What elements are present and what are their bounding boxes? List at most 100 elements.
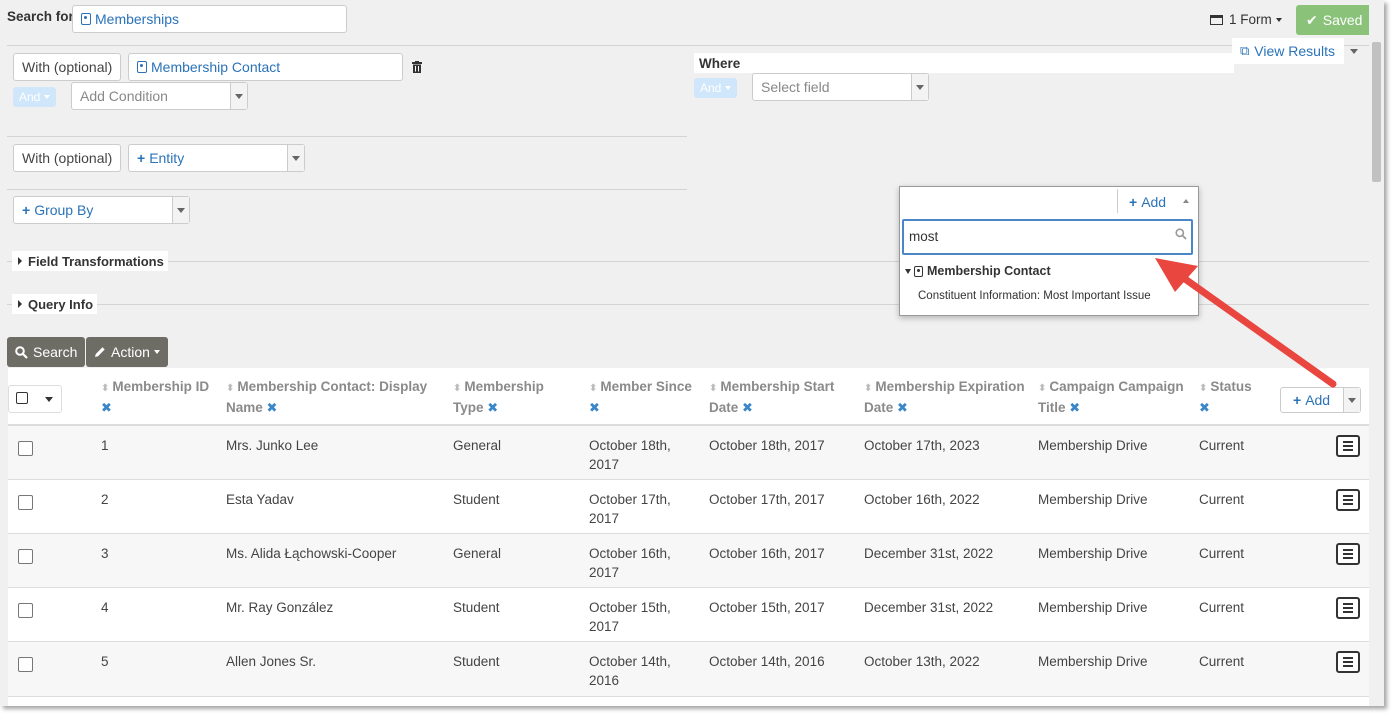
contact-icon [81, 13, 91, 25]
results-table: ⬍ Membership ID ✖ ⬍ Membership Contact: Dis… [8, 368, 1369, 706]
with-optional-select-2[interactable]: With (optional) [13, 144, 122, 172]
search-kit-app: Search for Memberships 1 Form ✔ Saved ⧉ … [0, 0, 1384, 706]
cell-name-link[interactable]: Ms. Alida Łąchowski-Cooper [226, 544, 396, 563]
header-member-since[interactable]: ⬍ Member Since ✖ [589, 368, 692, 424]
cell-campaign: Membership Drive [1038, 654, 1148, 669]
cell-campaign: Membership Drive [1038, 600, 1148, 615]
row-menu-icon[interactable] [1336, 489, 1360, 511]
cell-campaign: Membership Drive [1038, 492, 1148, 507]
row-menu-icon[interactable] [1336, 597, 1360, 619]
dropdown-group-header: Membership Contact [905, 264, 1051, 278]
group-by-select[interactable]: + Group By [13, 196, 190, 224]
row-checkbox[interactable] [18, 549, 33, 564]
cell-type: Student [453, 654, 500, 669]
remove-column-icon[interactable]: ✖ [589, 400, 600, 415]
cell-start: October 17th, 2017 [709, 492, 825, 507]
row-menu-icon[interactable] [1336, 651, 1360, 673]
action-button-label: Action [111, 344, 150, 360]
table-row: 3 Ms. Alida Łąchowski-Cooper General Oct… [8, 533, 1369, 587]
forms-label: 1 Form [1229, 12, 1272, 27]
row-menu-icon[interactable] [1336, 435, 1360, 457]
cell-type: General [453, 546, 502, 561]
cell-name-link[interactable]: Mrs. Junko Lee [226, 436, 318, 455]
remove-column-icon[interactable]: ✖ [1199, 400, 1210, 415]
join-entity-field[interactable]: Membership Contact [128, 53, 403, 81]
remove-column-icon[interactable]: ✖ [897, 400, 908, 415]
add-entity-select[interactable]: + Entity [128, 144, 305, 172]
query-info-toggle[interactable]: Query Info [12, 294, 98, 314]
header-expiration-date[interactable]: ⬍ Membership Expiration Date ✖ [864, 368, 1025, 424]
remove-column-icon[interactable]: ✖ [101, 400, 112, 415]
dropdown-add-button[interactable]: + Add [1129, 194, 1166, 210]
field-transformations-toggle[interactable]: Field Transformations [12, 251, 168, 271]
cell-name-link[interactable]: Mr. Ray González [226, 598, 333, 617]
view-results-caret[interactable] [1344, 38, 1364, 64]
header-membership-type[interactable]: ⬍ Membership Type ✖ [453, 368, 544, 424]
cell-expiration: December 31st, 2022 [864, 600, 994, 615]
search-for-entity[interactable]: Memberships [72, 5, 347, 33]
add-entity-label: Entity [149, 150, 185, 166]
forms-dropdown[interactable]: 1 Form [1210, 12, 1282, 27]
header-display-name[interactable]: ⬍ Membership Contact: Display Name ✖ [226, 368, 427, 424]
table-row: 1 Mrs. Junko Lee General October 18th, 20… [8, 425, 1369, 479]
cell-start: October 15th, 2017 [709, 600, 825, 615]
dropdown-option[interactable]: Constituent Information: Most Important … [918, 290, 1151, 302]
select-all-dropdown[interactable] [8, 385, 62, 413]
select-field-dropdown[interactable]: Select field [752, 73, 929, 101]
table-row: 2 Esta Yadav Student October 17th, 2017 O… [8, 479, 1369, 533]
cell-expiration: December 31st, 2022 [864, 546, 994, 561]
and-toggle-where[interactable]: And [694, 78, 738, 98]
dropdown-add-label: Add [1141, 194, 1167, 210]
scrollbar-thumb[interactable] [1372, 42, 1381, 182]
cell-since: October 17th, 2017 [589, 492, 671, 526]
cell-type: Student [453, 492, 500, 507]
row-checkbox[interactable] [18, 495, 33, 510]
cell-since: October 18th, 2017 [589, 438, 671, 472]
remove-column-icon[interactable]: ✖ [487, 400, 498, 415]
row-menu-icon[interactable] [1336, 543, 1360, 565]
table-row: 4 Mr. Ray González Student October 15th,… [8, 587, 1369, 641]
add-condition-placeholder: Add Condition [80, 88, 168, 104]
cell-type: General [453, 438, 502, 453]
view-results-link[interactable]: ⧉ View Results [1232, 38, 1344, 64]
contact-icon [914, 265, 923, 277]
header-start-date[interactable]: ⬍ Membership Start Date ✖ [709, 368, 834, 424]
cell-start: October 18th, 2017 [709, 438, 825, 453]
with-optional-label-2: With (optional) [22, 150, 113, 166]
cell-start: October 14th, 2016 [709, 654, 825, 669]
cell-status: Current [1199, 600, 1245, 615]
remove-column-icon[interactable]: ✖ [1069, 400, 1080, 415]
header-membership-id[interactable]: ⬍ Membership ID ✖ [101, 368, 209, 424]
contact-icon [137, 61, 147, 73]
select-all-checkbox[interactable] [16, 392, 28, 404]
search-button-label: Search [33, 344, 78, 360]
where-title: Where [694, 53, 1234, 73]
cell-status: Current [1199, 654, 1245, 669]
cell-id: 4 [101, 600, 109, 615]
with-optional-label-1: With (optional) [22, 59, 113, 75]
cell-expiration: October 17th, 2023 [864, 438, 980, 453]
caret-down-icon [905, 268, 911, 274]
cell-name-link[interactable]: Esta Yadav [226, 490, 294, 509]
check-icon: ✔ [1306, 11, 1318, 28]
add-condition-select[interactable]: Add Condition [71, 82, 248, 110]
row-checkbox[interactable] [18, 657, 33, 672]
chevron-up-icon [1183, 199, 1189, 203]
trash-icon[interactable] [412, 60, 422, 76]
plus-icon: + [22, 202, 31, 218]
remove-column-icon[interactable]: ✖ [742, 400, 753, 415]
and-toggle-1[interactable]: And [13, 87, 57, 107]
external-link-icon: ⧉ [1240, 43, 1250, 58]
cell-id: 5 [101, 654, 109, 669]
cell-name-link[interactable]: Allen Jones Sr. [226, 652, 316, 671]
row-checkbox[interactable] [18, 603, 33, 618]
cell-id: 3 [101, 546, 109, 561]
with-optional-select-1[interactable]: With (optional) [13, 53, 122, 81]
cell-since: October 14th, 2016 [589, 654, 671, 688]
search-button[interactable]: Search [7, 337, 86, 367]
saved-button[interactable]: ✔ Saved [1296, 5, 1373, 35]
action-button[interactable]: Action [86, 337, 168, 367]
remove-column-icon[interactable]: ✖ [267, 400, 278, 415]
saved-label: Saved [1322, 12, 1363, 28]
row-checkbox[interactable] [18, 441, 33, 456]
